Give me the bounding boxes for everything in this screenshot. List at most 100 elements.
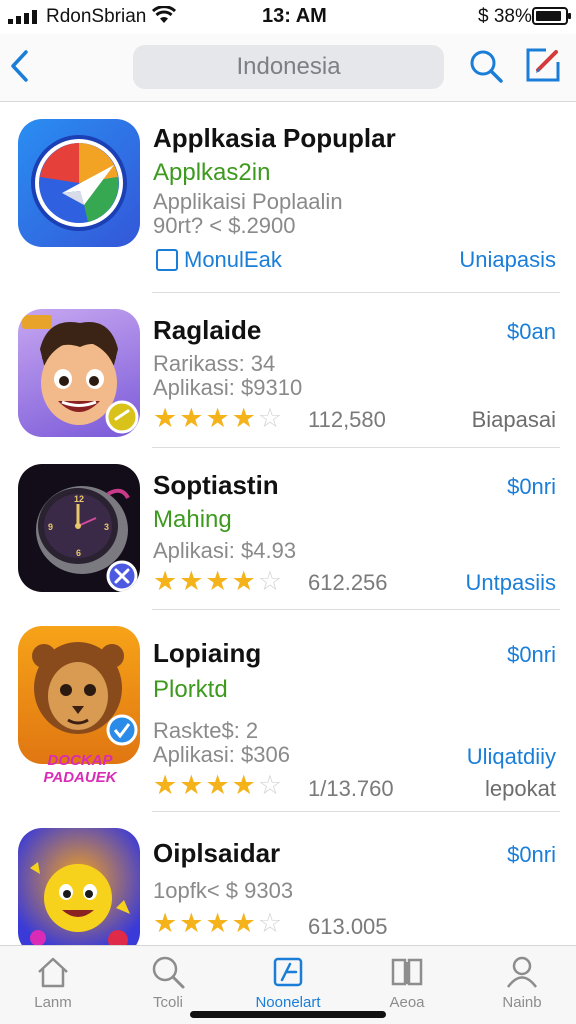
lion-icon <box>32 642 138 746</box>
updates-icon <box>273 957 303 987</box>
star-filled-icon: ★ <box>231 770 256 800</box>
secondary-action-link[interactable]: lepokat <box>485 776 556 802</box>
home-indicator <box>190 1011 386 1018</box>
compose-icon[interactable] <box>524 46 562 84</box>
app-price-info: Aplikasi: $306 <box>153 742 290 767</box>
tab-books[interactable]: Aeoa <box>357 954 457 1011</box>
app-price-info: 1opfk< $ 9303 <box>153 878 294 903</box>
tab-label: Lanm <box>34 994 72 1011</box>
star-filled-icon: ★ <box>231 566 256 596</box>
app-price-info: 90rt? < $.2900 <box>153 213 296 238</box>
action-link[interactable]: Uliqatdiiy <box>467 744 556 770</box>
rating-count: 613.005 <box>308 914 388 939</box>
price-button[interactable]: $0an <box>507 319 556 345</box>
star-empty-icon: ☆ <box>257 566 283 596</box>
svg-text:6: 6 <box>76 548 81 558</box>
tab-profile[interactable]: Nainb <box>472 954 572 1011</box>
list-item[interactable]: Applkasia Popuplar Applkas2in Applikaisi… <box>0 103 576 293</box>
app-title: Applkasia Popuplar <box>153 123 396 153</box>
star-filled-icon: ★ <box>205 908 230 938</box>
app-subtitle: Rarikass: 34 <box>153 351 276 376</box>
search-icon[interactable] <box>468 48 504 84</box>
clock: 13: AM <box>262 5 327 27</box>
tab-home[interactable]: Lanm <box>3 954 103 1011</box>
svg-text:9: 9 <box>48 522 53 532</box>
home-icon <box>38 957 68 988</box>
star-empty-icon: ☆ <box>257 770 283 800</box>
signal-icon <box>8 10 37 24</box>
star-rating: ★ ★ ★ ★ ☆ <box>153 405 282 432</box>
star-rating: ★ ★ ★ ★ ☆ <box>153 910 282 937</box>
update-link[interactable]: Uniapasis <box>459 247 556 273</box>
list-item[interactable]: DOCKAP PADAUEK Lopiaing $0nri Plorktd Ra… <box>0 610 576 812</box>
rating-count: 112,580 <box>308 407 386 432</box>
star-empty-icon: ☆ <box>257 403 283 433</box>
list-item[interactable]: 12 3 6 9 Soptiastin $0nri Mahing Aplikasi: … <box>0 448 576 610</box>
app-category: Mahing <box>153 506 232 533</box>
price-button[interactable]: $0nri <box>507 642 556 668</box>
battery-percentage: $ 38% <box>478 6 532 27</box>
svg-text:12: 12 <box>74 494 84 504</box>
star-filled-icon: ★ <box>205 403 230 433</box>
app-title: Oiplsaidar <box>153 838 281 868</box>
star-filled-icon: ★ <box>179 403 204 433</box>
wifi-icon <box>152 6 176 23</box>
star-filled-icon: ★ <box>205 566 230 596</box>
star-rating: ★ ★ ★ ★ ☆ <box>153 772 282 799</box>
svg-text:3: 3 <box>104 522 109 532</box>
checkbox-icon[interactable] <box>156 249 178 271</box>
list-item[interactable]: Oiplsaidar $0nri 1opfk< $ 9303 ★ ★ ★ ★ ☆ 613… <box>0 812 576 945</box>
app-title: Raglaide <box>153 315 262 345</box>
carrier-name: RdonSbrian <box>46 6 147 27</box>
star-filled-icon: ★ <box>205 770 230 800</box>
app-price-info: Aplikasi: $9310 <box>153 375 303 400</box>
rating-count: 1/13.760 <box>308 776 394 801</box>
app-icon <box>18 309 140 437</box>
app-list: Applkasia Popuplar Applkas2in Applikaisi… <box>0 103 576 945</box>
action-link[interactable]: Biapasai <box>472 407 556 433</box>
app-title: Lopiaing <box>153 638 262 668</box>
app-icon <box>18 828 140 945</box>
clock-icon: 12 3 6 9 <box>36 486 138 592</box>
star-filled-icon: ★ <box>153 908 178 938</box>
star-filled-icon: ★ <box>153 770 178 800</box>
star-filled-icon: ★ <box>179 566 204 596</box>
icon-banner: DOCKAP PADAUEK <box>43 752 117 786</box>
star-filled-icon: ★ <box>231 908 256 938</box>
checkbox-label: MonulEak <box>184 247 282 272</box>
navigation-bar: Indonesia <box>0 34 576 102</box>
tab-label: Aeoa <box>389 994 425 1011</box>
checkbox-option[interactable]: MonulEak <box>156 247 282 273</box>
price-button[interactable]: $0nri <box>507 474 556 500</box>
app-price-info: Aplikasi: $4.93 <box>153 538 297 563</box>
app-icon <box>18 626 140 764</box>
tab-updates[interactable]: Noonelart <box>238 954 338 1011</box>
back-chevron-icon[interactable] <box>6 48 36 84</box>
action-link[interactable]: Untpasiis <box>466 570 556 596</box>
star-filled-icon: ★ <box>153 403 178 433</box>
tab-label: Tcoli <box>152 994 183 1011</box>
rating-count: 612.256 <box>308 570 388 595</box>
star-empty-icon: ☆ <box>257 908 283 938</box>
price-button[interactable]: $0nri <box>507 842 556 868</box>
star-filled-icon: ★ <box>231 403 256 433</box>
app-category: Applkas2in <box>153 159 271 186</box>
app-icon <box>18 119 140 247</box>
profile-icon <box>506 956 538 988</box>
battery-icon <box>532 7 571 25</box>
tab-label: Nainb <box>502 994 542 1011</box>
star-rating: ★ ★ ★ ★ ☆ <box>153 568 282 595</box>
tab-search[interactable]: Tcoli <box>118 954 218 1011</box>
app-title: Soptiastin <box>153 470 279 500</box>
search-field[interactable]: Indonesia <box>133 45 444 89</box>
search-field-text: Indonesia <box>236 53 341 80</box>
app-subtitle: Applikaisi Poplaalin <box>153 189 343 214</box>
character-face-icon <box>22 315 139 434</box>
star-filled-icon: ★ <box>179 770 204 800</box>
app-icon: 12 3 6 9 <box>18 464 140 592</box>
list-item[interactable]: Raglaide $0an Rarikass: 34 Aplikasi: $93… <box>0 293 576 448</box>
game-character-icon <box>30 862 130 945</box>
compass-icon <box>31 135 127 231</box>
tab-label: Noonelart <box>255 994 321 1011</box>
search-icon <box>152 956 185 989</box>
